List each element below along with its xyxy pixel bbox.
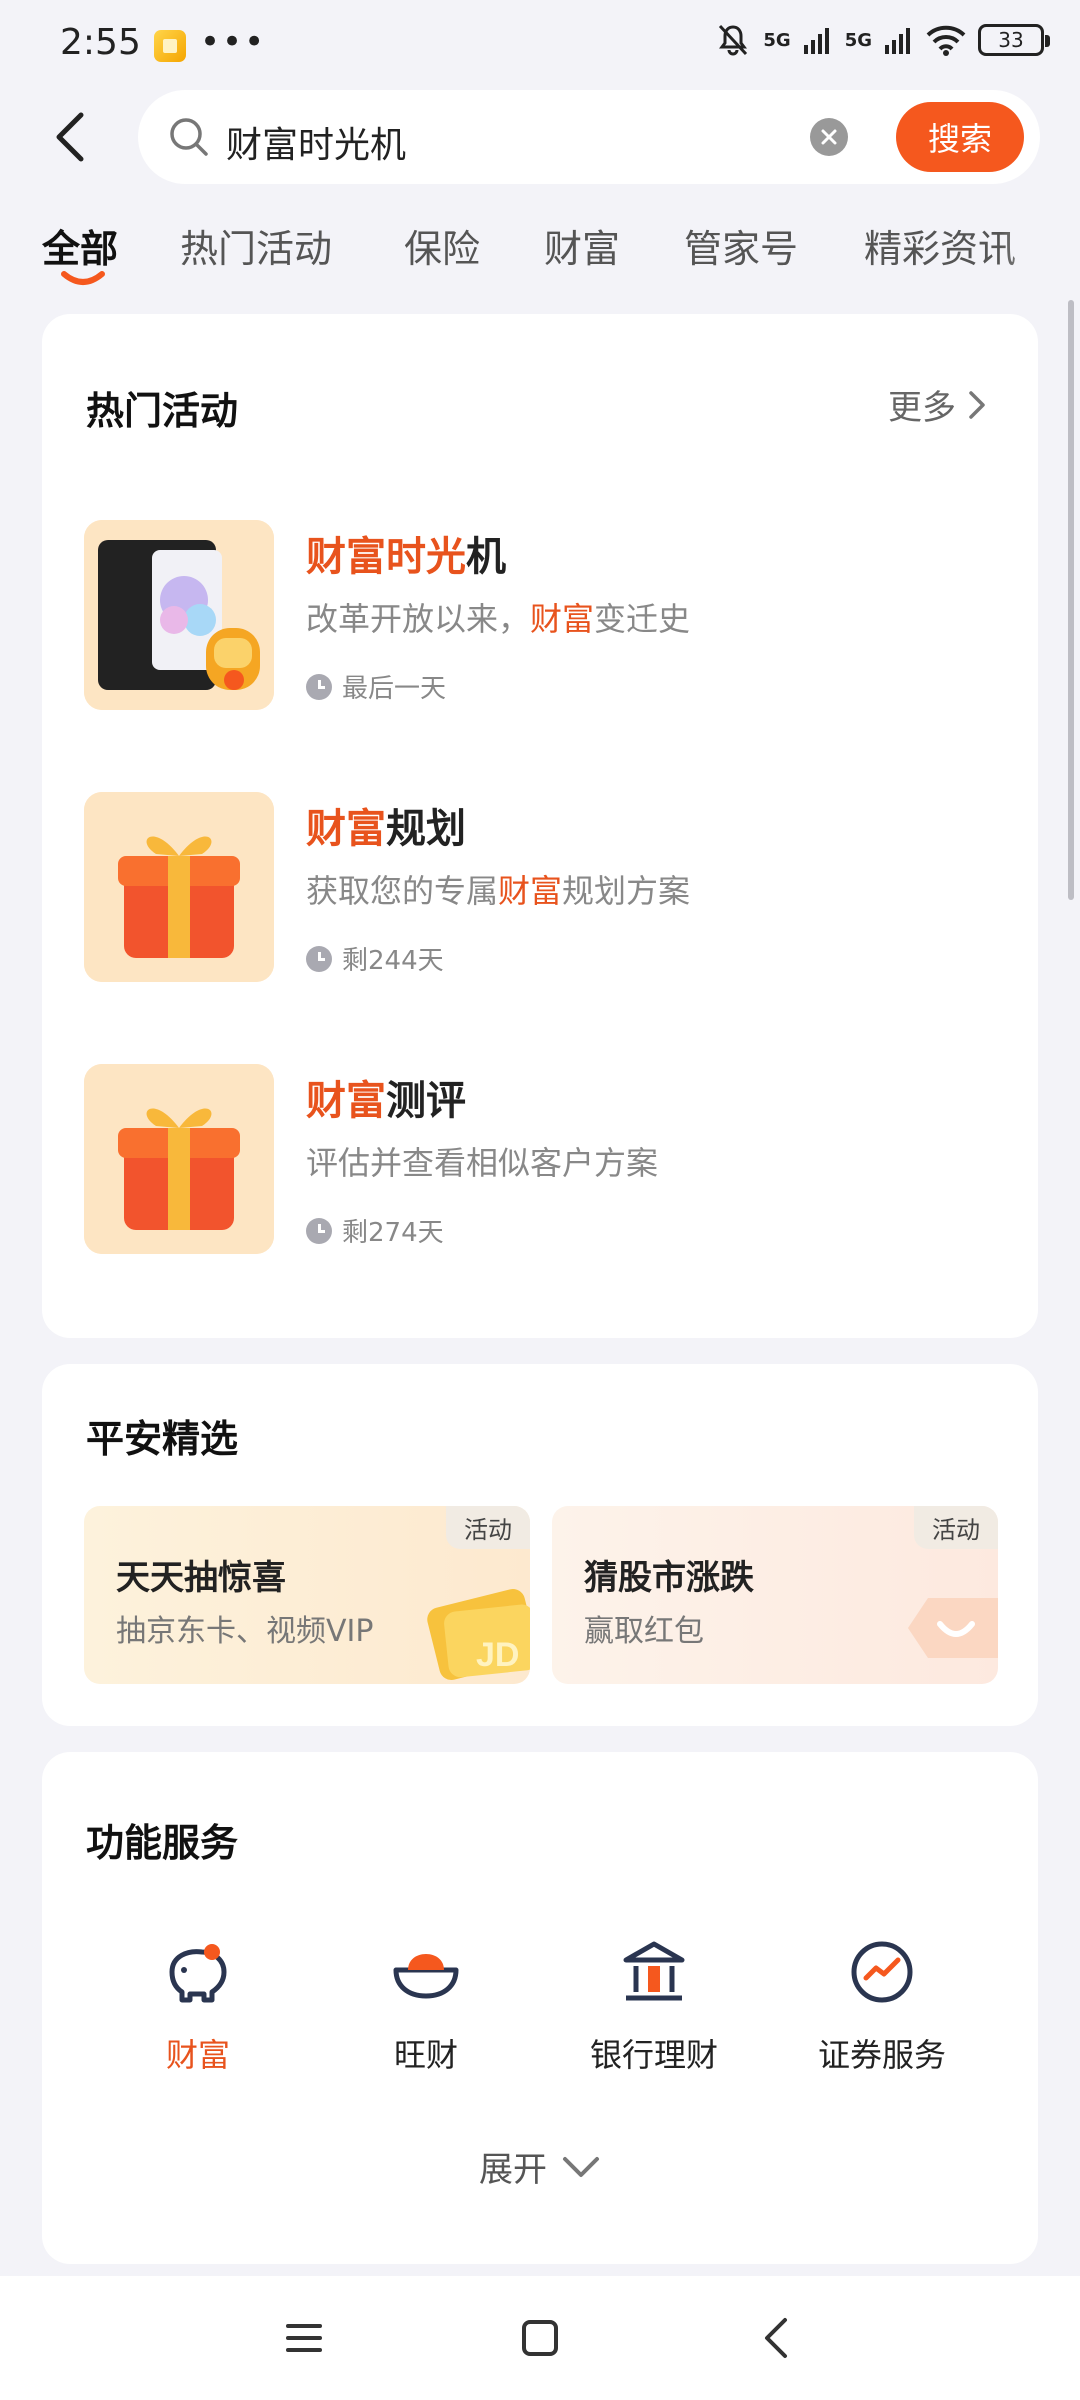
menu-button[interactable] — [272, 2306, 336, 2370]
card-deco-image: JD — [427, 1589, 530, 1680]
clock-icon — [306, 673, 332, 700]
signal-strength-icon — [885, 28, 910, 54]
svg-text:JD: JD — [476, 1636, 519, 1674]
activity-item[interactable]: 财富规划 获取您的专属财富规划方案 剩244天 — [84, 792, 1004, 982]
mute-bell-icon — [719, 24, 748, 56]
expand-button[interactable]: 展开 — [42, 2142, 1038, 2191]
clear-search-button[interactable] — [810, 118, 848, 156]
pick-title: 天天抽惊喜 — [116, 1558, 286, 1598]
clock-icon — [306, 1217, 332, 1244]
service-label: 证券服务 — [817, 2036, 946, 2074]
pick-card-lucky-draw[interactable]: JD 活动 天天抽惊喜 抽京东卡、视频VIP — [84, 1506, 530, 1684]
activity-thumbnail — [84, 520, 274, 710]
activity-description: 改革开放以来，财富变迁史 — [306, 600, 691, 638]
pick-subtitle: 抽京东卡、视频VIP — [116, 1614, 374, 1649]
category-tabs: 全部 热门活动 保险 财富 管家号 精彩资讯 — [0, 200, 1080, 290]
tab-hot-activities[interactable]: 热门活动 — [180, 218, 332, 273]
system-back-button[interactable] — [744, 2306, 808, 2370]
activity-title: 财富规划 — [306, 806, 466, 852]
service-wangcai[interactable]: 旺财 — [326, 1932, 526, 2076]
notification-app-icon — [154, 30, 186, 62]
signal-label-2: 5G — [844, 29, 872, 51]
close-icon — [821, 129, 837, 145]
pick-card-stock-guess[interactable]: 活动 猜股市涨跌 赢取红包 — [552, 1506, 998, 1684]
status-bar: 2:55 ••• 5G 5G 33 — [0, 0, 1080, 88]
gift-box-image — [84, 1064, 274, 1254]
search-button[interactable]: 搜索 — [896, 102, 1024, 172]
activity-description: 评估并查看相似客户方案 — [306, 1144, 659, 1182]
status-time: 2:55 — [60, 22, 141, 63]
system-navigation-bar — [0, 2276, 1080, 2400]
more-link[interactable]: 更多 — [888, 380, 986, 429]
scrollbar[interactable] — [1068, 300, 1074, 900]
signal-strength-icon — [803, 28, 829, 54]
chevron-right-icon — [969, 390, 985, 419]
hot-activities-card: 热门活动 更多 财富时光机 改革开放以来，财富变迁史 最后一天 财富规划 获取您… — [42, 314, 1038, 1338]
section-title: 功能服务 — [86, 1821, 239, 1865]
more-notifications-icon: ••• — [200, 22, 267, 62]
battery-icon: 33 — [978, 24, 1050, 56]
home-button[interactable] — [508, 2306, 572, 2370]
service-label: 银行理财 — [589, 2036, 718, 2074]
stock-trend-icon — [851, 1941, 913, 2003]
piggy-bank-icon — [169, 1944, 227, 2003]
signal-label-1: 5G — [763, 29, 791, 51]
home-square-icon — [522, 2320, 558, 2356]
service-label: 旺财 — [393, 2036, 458, 2074]
gift-box-image — [84, 792, 274, 982]
activity-time: 最后一天 — [306, 668, 446, 705]
bank-icon — [623, 1941, 685, 2001]
clock-icon — [306, 945, 332, 972]
pingan-picks-card: 平安精选 JD 活动 天天抽惊喜 抽京东卡、视频VIP 活动 猜股市涨跌 赢取红… — [42, 1364, 1038, 1726]
phone-product-image — [84, 520, 274, 710]
back-button[interactable] — [40, 102, 100, 172]
tab-news[interactable]: 精彩资讯 — [864, 218, 1016, 273]
activity-description: 获取您的专属财富规划方案 — [306, 872, 691, 910]
expand-label: 展开 — [479, 2150, 547, 2190]
tab-insurance[interactable]: 保险 — [404, 218, 480, 273]
activity-title: 财富测评 — [306, 1078, 466, 1124]
tab-butler[interactable]: 管家号 — [684, 218, 798, 273]
activity-title: 财富时光机 — [306, 534, 506, 580]
activity-thumbnail — [84, 1064, 274, 1254]
activity-item[interactable]: 财富时光机 改革开放以来，财富变迁史 最后一天 — [84, 520, 1004, 710]
search-input[interactable]: 财富时光机 — [226, 116, 406, 168]
wifi-icon — [926, 25, 966, 56]
search-icon — [170, 118, 208, 156]
activity-time: 剩244天 — [306, 940, 444, 977]
chevron-down-icon — [563, 2156, 599, 2177]
services-card: 功能服务 财富 旺财 银行理财 证券服务 展开 — [42, 1752, 1038, 2264]
status-icons: 5G 5G 33 — [715, 22, 1050, 58]
tab-all[interactable]: 全部 — [42, 218, 118, 273]
tabs-fade — [1000, 190, 1080, 290]
service-wealth[interactable]: 财富 — [98, 1932, 298, 2076]
activity-tag: 活动 — [914, 1506, 998, 1549]
activity-item[interactable]: 财富测评 评估并查看相似客户方案 剩274天 — [84, 1064, 1004, 1254]
more-label: 更多 — [888, 388, 956, 428]
menu-icon — [286, 2324, 322, 2352]
activity-tag: 活动 — [446, 1506, 530, 1549]
section-title: 平安精选 — [86, 1417, 239, 1461]
tab-wealth[interactable]: 财富 — [544, 218, 620, 273]
service-bank-finance[interactable]: 银行理财 — [554, 1932, 754, 2076]
activity-time: 剩274天 — [306, 1212, 444, 1249]
active-tab-indicator — [61, 271, 105, 285]
search-header: 财富时光机 搜索 — [0, 88, 1080, 188]
gold-ingot-icon — [393, 1954, 459, 1999]
chevron-left-icon — [765, 2318, 787, 2358]
pick-title: 猜股市涨跌 — [584, 1558, 754, 1598]
section-title: 热门活动 — [86, 389, 239, 433]
service-securities[interactable]: 证券服务 — [782, 1932, 982, 2076]
search-box[interactable]: 财富时光机 搜索 — [138, 90, 1040, 184]
chevron-left-icon — [56, 112, 84, 162]
activity-thumbnail — [84, 792, 274, 982]
pick-subtitle: 赢取红包 — [584, 1614, 704, 1649]
card-deco-image — [908, 1598, 998, 1658]
service-label: 财富 — [165, 2036, 230, 2074]
